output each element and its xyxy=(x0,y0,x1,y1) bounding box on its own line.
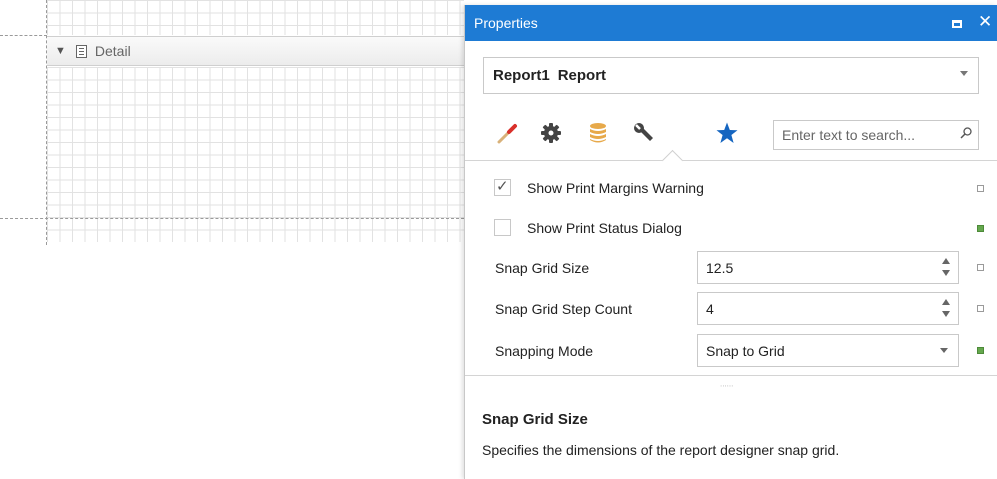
selected-object-name: Report1 xyxy=(493,67,550,84)
chevron-down-icon[interactable] xyxy=(940,348,948,353)
brush-icon xyxy=(497,124,517,144)
show-print-status-dialog-checkbox[interactable] xyxy=(494,219,511,236)
search-icon[interactable] xyxy=(960,127,972,139)
default-value-indicator[interactable] xyxy=(977,185,984,192)
object-selector-dropdown[interactable]: Report1 Report xyxy=(483,57,979,94)
property-label: Snap Grid Step Count xyxy=(495,301,632,317)
detail-band-header[interactable]: ▼ Detail xyxy=(47,36,464,66)
show-print-margins-warning-checkbox[interactable]: ✓ xyxy=(494,178,511,196)
property-label: Show Print Margins Warning xyxy=(527,180,704,196)
snapping-mode-value[interactable]: Snap to Grid xyxy=(706,343,785,359)
bottom-margin-line xyxy=(0,218,464,219)
spin-down-icon[interactable] xyxy=(942,311,950,317)
favorites-tab[interactable] xyxy=(709,113,745,153)
detail-band-area[interactable] xyxy=(47,67,464,242)
detail-band-label: Detail xyxy=(94,43,131,59)
left-margin-line xyxy=(46,0,47,245)
snap-grid-step-count-value[interactable]: 4 xyxy=(706,301,714,317)
snap-grid-size-spin-editor[interactable]: 12.5 xyxy=(697,251,959,284)
wrench-icon xyxy=(634,123,653,141)
snapping-mode-dropdown[interactable]: Snap to Grid xyxy=(697,334,959,367)
design-tab[interactable] xyxy=(626,113,662,153)
grip-icon[interactable]: ∙∙∙∙∙∙ xyxy=(720,381,733,390)
description-text: Specifies the dimensions of the report d… xyxy=(482,442,840,458)
check-icon: ✓ xyxy=(496,178,509,195)
panel-titlebar[interactable]: Properties ✕ xyxy=(465,5,997,41)
spin-down-icon[interactable] xyxy=(942,270,950,276)
spin-buttons[interactable] xyxy=(941,299,951,319)
close-icon[interactable]: ✕ xyxy=(978,12,992,32)
description-splitter[interactable]: ∙∙∙∙∙∙ xyxy=(465,375,997,404)
data-tab[interactable] xyxy=(580,113,616,153)
maximize-icon[interactable] xyxy=(952,20,962,28)
spin-buttons[interactable] xyxy=(941,258,951,278)
spin-up-icon[interactable] xyxy=(942,299,950,305)
snap-grid-step-count-spin-editor[interactable]: 4 xyxy=(697,292,959,325)
property-label: Snap Grid Size xyxy=(495,260,590,276)
detail-band-icon xyxy=(75,44,87,58)
star-icon xyxy=(716,122,738,143)
gear-icon xyxy=(541,123,561,143)
behavior-tab[interactable] xyxy=(533,113,569,153)
property-row-show-print-margins-warning[interactable]: ✓ Show Print Margins Warning xyxy=(465,171,997,207)
property-row-snap-grid-step-count[interactable]: Snap Grid Step Count 4 xyxy=(465,291,997,327)
property-label: Snapping Mode xyxy=(495,343,594,359)
description-title: Snap Grid Size xyxy=(482,411,588,428)
property-search-box[interactable] xyxy=(773,120,979,150)
properties-panel: Properties ✕ Report1 Report Enter text t… xyxy=(464,5,997,479)
database-icon xyxy=(590,123,606,143)
report-designer-surface[interactable]: ▼ Detail xyxy=(0,0,464,479)
default-value-indicator[interactable] xyxy=(977,305,984,312)
changed-value-indicator[interactable] xyxy=(977,347,984,354)
top-margin-band[interactable] xyxy=(47,0,464,35)
selected-object-type: Report xyxy=(557,67,607,84)
property-label: Show Print Status Dialog xyxy=(527,220,682,236)
chevron-down-icon[interactable] xyxy=(960,71,968,76)
toolbar-divider xyxy=(465,160,997,161)
property-row-show-print-status-dialog[interactable]: Show Print Status Dialog xyxy=(465,211,997,247)
spin-up-icon[interactable] xyxy=(942,258,950,264)
property-row-snapping-mode[interactable]: Snapping Mode Snap to Grid xyxy=(465,333,997,369)
search-input[interactable] xyxy=(780,126,952,144)
top-margin-line xyxy=(0,35,47,36)
changed-value-indicator[interactable] xyxy=(977,225,984,232)
appearance-tab[interactable] xyxy=(489,113,525,153)
collapse-triangle-icon[interactable]: ▼ xyxy=(55,45,66,57)
panel-title: Properties xyxy=(474,15,538,31)
snap-grid-size-value[interactable]: 12.5 xyxy=(706,260,733,276)
default-value-indicator[interactable] xyxy=(977,264,984,271)
property-row-snap-grid-size[interactable]: Snap Grid Size 12.5 xyxy=(465,250,997,286)
